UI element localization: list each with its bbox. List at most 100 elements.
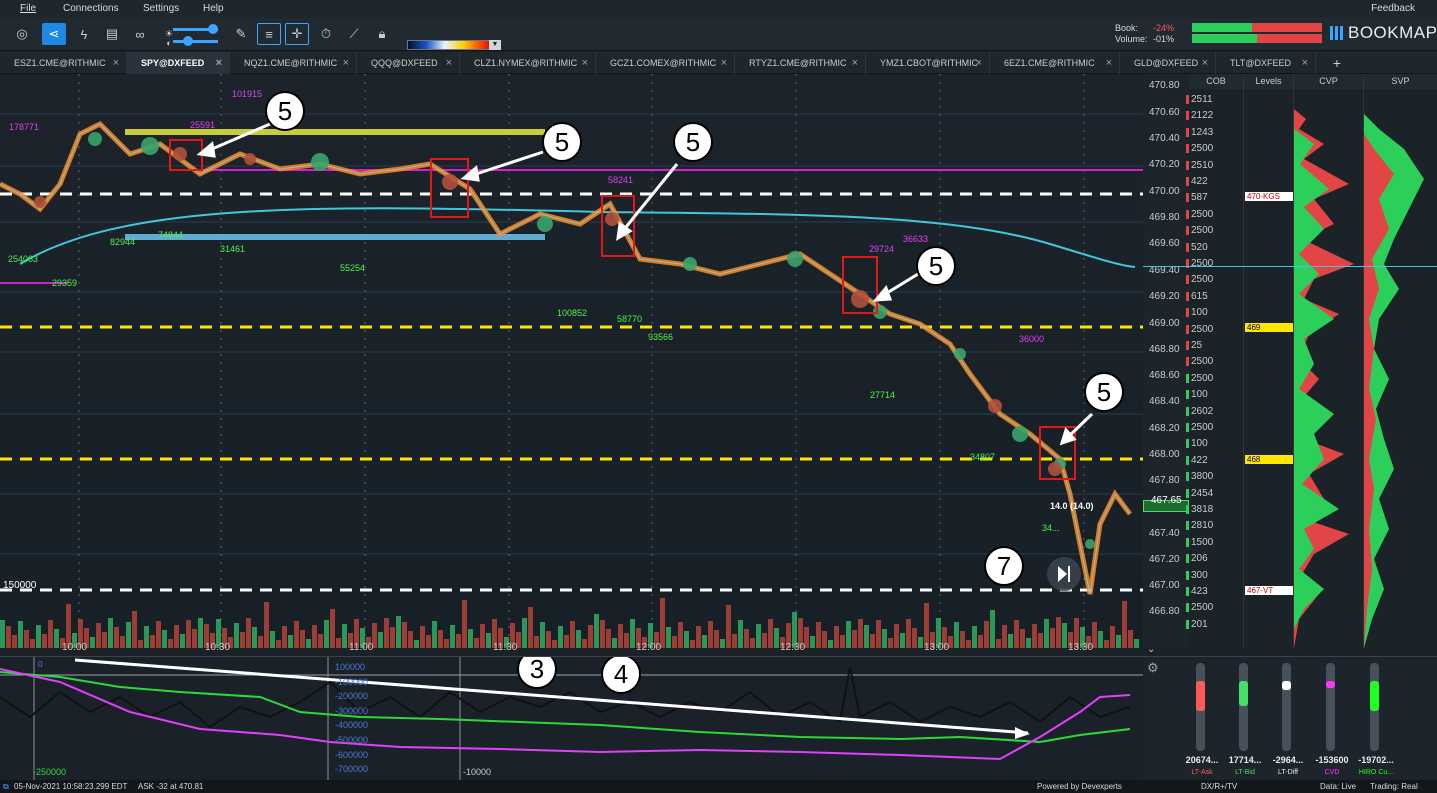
cob-bar (1186, 537, 1189, 547)
volume-bar (252, 627, 257, 648)
tab-instrument[interactable]: NQZ1.CME@RITHMIC × (230, 52, 357, 74)
share-icon[interactable]: ⋖ (42, 23, 66, 45)
close-icon[interactable]: × (343, 52, 349, 74)
volume-bar (540, 622, 545, 648)
trend-icon[interactable]: ⟋ (342, 23, 366, 45)
cob-bar (1186, 226, 1189, 236)
link-icon[interactable]: ∞ (128, 23, 152, 45)
menu-connections[interactable]: Connections (63, 3, 119, 14)
svp-column: SVP (1363, 74, 1437, 648)
lightning-icon[interactable]: ϟ (72, 23, 96, 45)
stopwatch-icon[interactable]: ⏱ (314, 23, 338, 45)
time-label: 12:00 (636, 642, 662, 653)
contrast-slider[interactable] (173, 36, 218, 46)
volume-bar (732, 634, 737, 648)
close-icon[interactable]: × (1302, 52, 1308, 74)
widgets-panel: ⚙ 20674... LT-Ask 17714... LT-Bid -2964... LT… (1143, 656, 1437, 780)
volume-bar (552, 640, 557, 648)
cob-value: 2500 (1191, 602, 1214, 614)
close-icon[interactable]: × (216, 52, 222, 74)
close-icon[interactable]: × (721, 52, 727, 74)
status-trading: Trading: Real (1370, 782, 1418, 791)
volume-bar (1110, 626, 1115, 648)
tab-label: GLD@DXFEED (1134, 58, 1199, 68)
target-icon[interactable]: ◎ (10, 23, 34, 45)
chevron-down-icon[interactable]: ⌄ (1147, 644, 1155, 655)
cvp-header: CVP (1294, 74, 1363, 89)
cob-bar (1186, 554, 1189, 564)
volume-bar (738, 620, 743, 648)
menu-help[interactable]: Help (203, 3, 224, 14)
volume-bar (300, 630, 305, 648)
cob-value: 2454 (1191, 487, 1214, 499)
heatmap-color-select[interactable]: ▼ (407, 40, 501, 50)
cob-value: 25 (1191, 340, 1203, 351)
level-number: 178771 (9, 122, 40, 132)
price-label: 467.20 (1149, 554, 1180, 565)
price-label: 470.20 (1149, 159, 1180, 170)
brightness-slider[interactable] (173, 24, 218, 34)
volume-bar (0, 620, 5, 648)
widget-track (1370, 663, 1379, 751)
volume-bar (246, 618, 251, 648)
indicator-scale-label: -700000 (335, 764, 369, 775)
tab-instrument[interactable]: 6EZ1.CME@RITHMIC × (990, 52, 1120, 74)
price-label: 469.00 (1149, 318, 1180, 329)
cob-value: 100 (1191, 438, 1208, 450)
layers-icon[interactable]: ▤ (100, 23, 124, 45)
tab-instrument[interactable]: YMZ1.CBOT@RITHMIC × (866, 52, 990, 74)
volume-bar (306, 639, 311, 648)
cob-bar (1186, 209, 1189, 219)
volume-bar (744, 629, 749, 648)
lock-icon[interactable]: 🔒︎ (370, 23, 394, 45)
chevron-down-icon[interactable]: ▼ (489, 40, 501, 50)
indicator-scale-label: -500000 (335, 735, 369, 745)
price-label: 467.80 (1149, 475, 1180, 486)
feedback-link[interactable]: Feedback (1371, 3, 1415, 14)
volume-bar (234, 623, 239, 648)
close-icon[interactable]: × (1106, 52, 1112, 74)
close-icon[interactable]: × (113, 52, 119, 74)
price-label: 468.40 (1149, 396, 1180, 407)
cob-value: 422 (1191, 176, 1208, 187)
volume-bar (726, 605, 731, 648)
tab-instrument[interactable]: CLZ1.NYMEX@RITHMIC × (460, 52, 596, 74)
volume-bar (390, 627, 395, 648)
volume-bar (1116, 635, 1121, 648)
tab-label: TLT@DXFEED (1230, 58, 1291, 68)
tab-instrument[interactable]: RTYZ1.CME@RITHMIC × (735, 52, 866, 74)
tab-label: GCZ1.COMEX@RITHMIC (610, 58, 717, 68)
gear-icon[interactable]: ⚙ (1147, 660, 1159, 676)
price-axis[interactable]: 470.80 470.60 470.40 470.20 470.00 469.80 469.… (1143, 74, 1189, 648)
close-icon[interactable]: × (1202, 52, 1208, 74)
cob-bar (1186, 144, 1189, 154)
tab-instrument[interactable]: SPY@DXFEED × (127, 52, 230, 74)
chat-icon[interactable]: ≡ (257, 23, 281, 45)
widget-fill (1370, 681, 1379, 711)
menu-settings[interactable]: Settings (143, 3, 179, 14)
cob-bar (1186, 488, 1189, 498)
volume-bar (720, 639, 725, 648)
level-number: 82944 (110, 237, 136, 247)
indicator-panel[interactable]: 3 4 100000 -100000 -200000 -300000 -400000 -5… (0, 656, 1143, 780)
close-icon[interactable]: × (446, 52, 452, 74)
tab-instrument[interactable]: GLD@DXFEED × (1120, 52, 1216, 74)
close-icon[interactable]: × (976, 52, 982, 74)
volume-bar (180, 634, 185, 648)
heatmap-chart[interactable]: 150000 178771 101915 25591 82944 74844 3… (0, 74, 1143, 648)
volume-bar (462, 600, 467, 648)
price-label: 469.60 (1149, 238, 1180, 249)
tab-instrument[interactable]: GCZ1.COMEX@RITHMIC × (596, 52, 735, 74)
tab-instrument[interactable]: QQQ@DXFEED × (357, 52, 460, 74)
crosshair-icon[interactable]: ✛ (285, 23, 309, 45)
add-tab-button[interactable]: + (1328, 52, 1346, 74)
menu-file[interactable]: File (20, 3, 36, 14)
close-icon[interactable]: × (852, 52, 858, 74)
pencil-icon[interactable]: ✎ (229, 23, 253, 45)
volume-bar (672, 636, 677, 648)
close-icon[interactable]: × (582, 52, 588, 74)
status-icon: ⧉ (3, 782, 9, 791)
tab-instrument[interactable]: TLT@DXFEED × (1216, 52, 1316, 74)
tab-instrument[interactable]: ESZ1.CME@RITHMIC × (0, 52, 127, 74)
tab-label: ESZ1.CME@RITHMIC (14, 58, 106, 68)
